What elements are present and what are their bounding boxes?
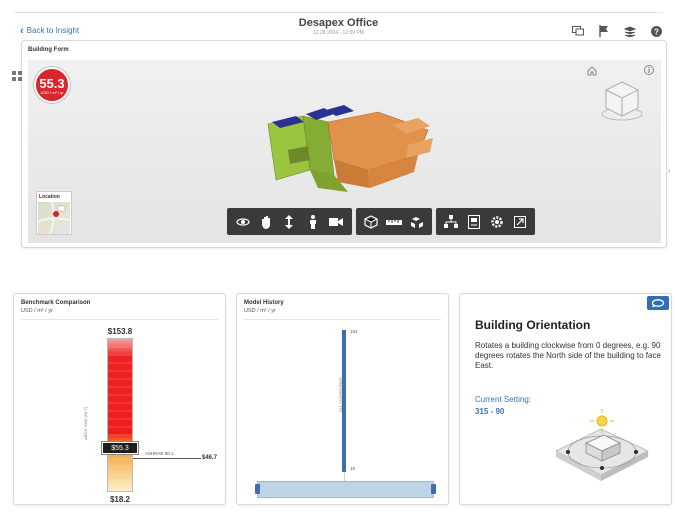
eui-unit: USD / m² / yr <box>40 90 64 95</box>
history-slider-left-handle[interactable] <box>255 484 260 494</box>
benchmark-scale-bar <box>107 338 133 492</box>
location-label: Location <box>39 194 60 200</box>
walk-icon[interactable] <box>304 213 322 231</box>
history-slider-right-handle[interactable] <box>431 484 436 494</box>
zoom-icon[interactable] <box>280 213 298 231</box>
monitor-icon[interactable] <box>571 24 585 38</box>
ashrae-value: $46.7 <box>202 455 218 461</box>
orientation-current-value: 315 - 90 <box>475 407 505 416</box>
building-form-title: Building Form <box>28 47 69 53</box>
ashrae-line <box>133 458 201 459</box>
settings-icon[interactable] <box>488 213 506 231</box>
insight-page: ‹ Back to Insight Desapex Office 12.26.2… <box>0 0 677 512</box>
building-model[interactable] <box>258 100 438 195</box>
settings-toolbar <box>436 208 535 235</box>
history-bottom-tick: 18 <box>350 466 356 471</box>
chevron-right-icon[interactable]: › <box>668 166 671 175</box>
history-range-slider[interactable] <box>257 481 434 498</box>
orientation-title: Building Orientation <box>475 318 591 332</box>
history-top-tick: 154 <box>350 329 358 334</box>
camera-icon[interactable] <box>327 213 345 231</box>
ashrae-label: ASHRAE 90.1 <box>145 451 174 456</box>
header-toolbar: ? <box>571 24 663 38</box>
divider <box>244 319 441 320</box>
orientation-illustration <box>546 405 656 485</box>
building-orientation-card: Building Orientation Rotates a building … <box>459 293 672 505</box>
orbit-icon[interactable] <box>234 213 252 231</box>
grid-menu-icon[interactable] <box>12 68 22 81</box>
benchmark-bottom-value: $18.2 <box>109 495 131 504</box>
layers-icon[interactable] <box>623 24 637 38</box>
benchmark-current-marker[interactable]: $55.3 <box>102 442 138 454</box>
orientation-toggle-icon[interactable] <box>647 296 669 310</box>
eui-value: 55.3 <box>39 76 65 91</box>
help-icon[interactable]: ? <box>649 24 663 38</box>
measure-icon[interactable] <box>385 213 403 231</box>
flag-icon[interactable] <box>597 24 611 38</box>
model-tree-icon[interactable] <box>442 213 460 231</box>
benchmark-unit: USD / m² / yr <box>21 308 53 314</box>
eui-badge[interactable]: 55.3 USD / m² / yr <box>34 67 70 103</box>
fullscreen-icon[interactable] <box>511 213 529 231</box>
svg-text:?: ? <box>654 27 659 36</box>
view-cube[interactable] <box>598 76 646 124</box>
model-history-unit: USD / m² / yr <box>244 308 276 314</box>
divider <box>21 319 218 320</box>
benchmark-title: Benchmark Comparison <box>21 300 91 306</box>
orientation-current-label: Current Setting: <box>475 395 532 404</box>
section-box-icon[interactable] <box>362 213 380 231</box>
model-toolbar <box>356 208 432 235</box>
orientation-description: Rotates a building clockwise from 0 degr… <box>475 341 661 370</box>
navigation-toolbar <box>227 208 352 235</box>
pan-icon[interactable] <box>257 213 275 231</box>
home-icon[interactable] <box>587 63 597 76</box>
location-minimap[interactable]: Location <box>36 191 72 235</box>
history-axis-label: ALL UNSPECIFIED <box>338 377 343 412</box>
model-history-card: Model History USD / m² / yr 154 18 ALL U… <box>236 293 449 505</box>
explode-icon[interactable] <box>408 213 426 231</box>
benchmark-axis-label: ARCH 2030 (93.7) <box>83 407 88 440</box>
benchmark-comparison-card: Benchmark Comparison USD / m² / yr $153.… <box>13 293 226 505</box>
header-divider <box>14 12 663 13</box>
properties-icon[interactable] <box>465 213 483 231</box>
info-icon[interactable] <box>644 62 654 75</box>
benchmark-top-value: $153.8 <box>107 327 133 336</box>
location-map <box>37 201 71 235</box>
model-history-title: Model History <box>244 300 284 306</box>
